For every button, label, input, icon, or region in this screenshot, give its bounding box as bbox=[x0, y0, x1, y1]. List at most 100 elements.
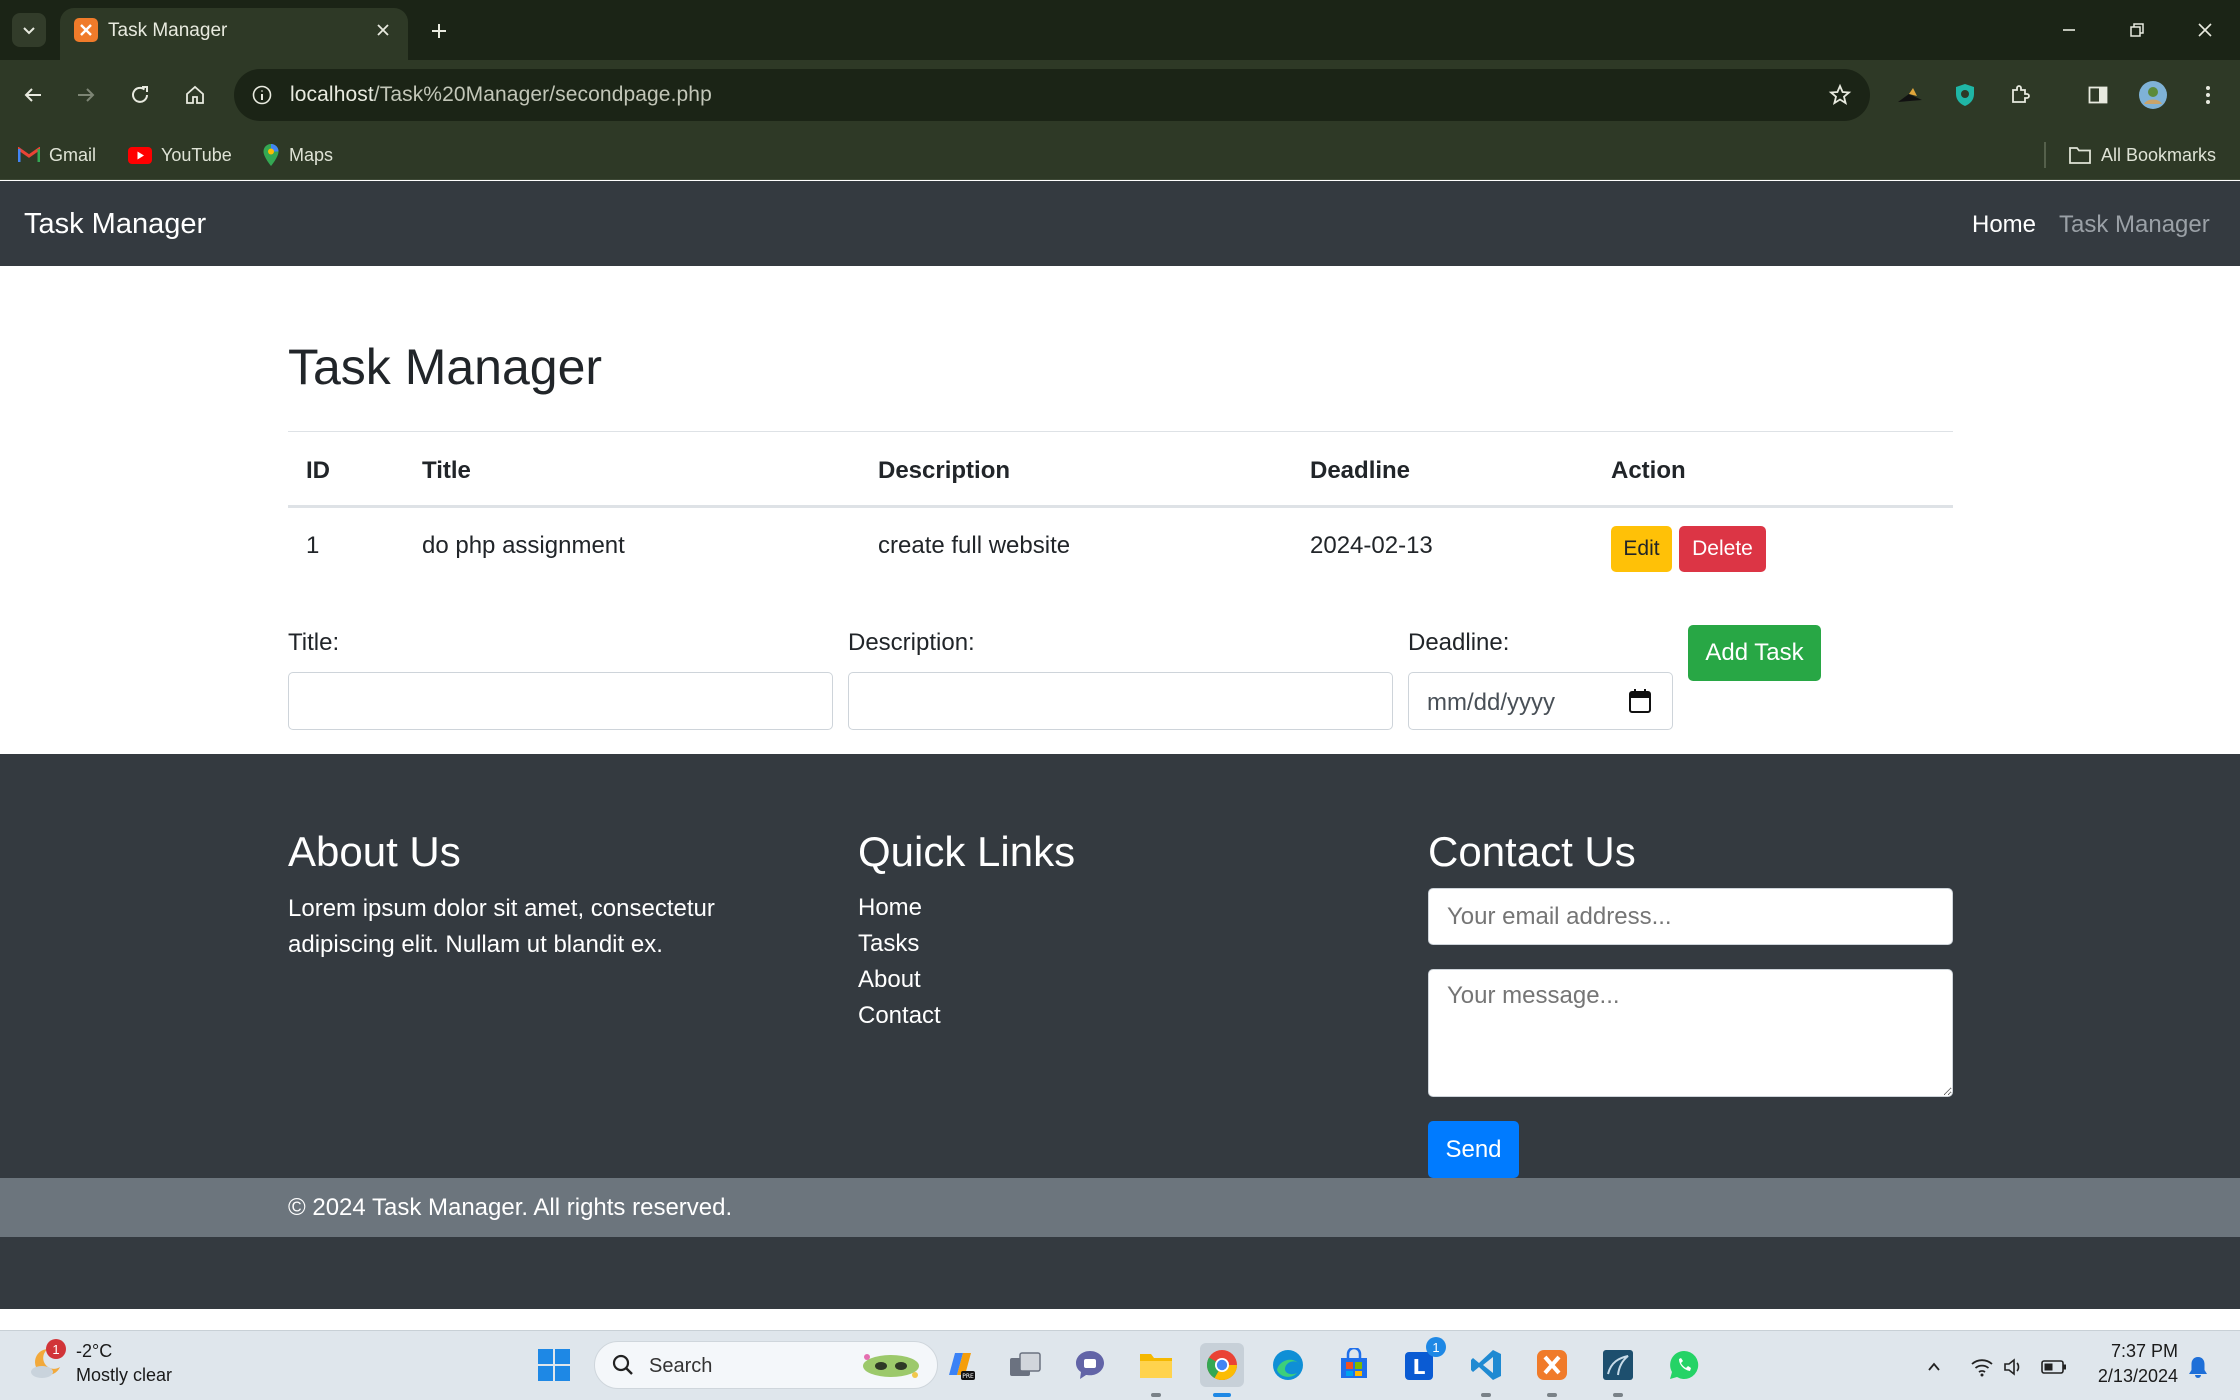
whatsapp-icon[interactable] bbox=[1662, 1343, 1706, 1387]
send-button[interactable]: Send bbox=[1428, 1121, 1519, 1178]
show-hidden-icons-chevron-icon[interactable] bbox=[1920, 1353, 1948, 1381]
forward-arrow-icon[interactable] bbox=[66, 75, 106, 115]
mysql-workbench-icon[interactable] bbox=[1596, 1343, 1640, 1387]
copilot-icon[interactable]: PRE bbox=[937, 1343, 981, 1387]
reload-icon[interactable] bbox=[120, 75, 160, 115]
lync-l-icon[interactable]: L 1 bbox=[1398, 1337, 1446, 1387]
tab-title: Task Manager bbox=[108, 20, 228, 41]
page-title: Task Manager bbox=[288, 339, 603, 395]
bookmarks-divider bbox=[2044, 142, 2046, 168]
edit-button[interactable]: Edit bbox=[1611, 526, 1672, 572]
delete-button[interactable]: Delete bbox=[1679, 526, 1766, 572]
about-us-text: Lorem ipsum dolor sit amet, consectetur … bbox=[288, 895, 715, 958]
minimize-icon[interactable] bbox=[2046, 10, 2092, 50]
column-header-description: Description bbox=[878, 457, 1011, 484]
nav-link-task-manager[interactable]: Task Manager bbox=[2059, 211, 2210, 239]
volume-icon[interactable] bbox=[2000, 1353, 2028, 1381]
vscode-icon[interactable] bbox=[1464, 1343, 1508, 1387]
taskbar-search-box[interactable]: Search bbox=[594, 1341, 938, 1389]
svg-text:L: L bbox=[1413, 1355, 1426, 1379]
column-header-id: ID bbox=[306, 457, 330, 484]
gmail-icon bbox=[18, 147, 40, 162]
edge-icon[interactable] bbox=[1266, 1343, 1310, 1387]
all-bookmarks-folder[interactable]: All Bookmarks bbox=[2068, 140, 2216, 170]
cell-deadline: 2024-02-13 bbox=[1310, 532, 1433, 559]
maps-pin-icon bbox=[263, 144, 279, 166]
shield-extension-icon[interactable] bbox=[1945, 75, 1985, 115]
site-info-icon[interactable] bbox=[244, 77, 280, 113]
svg-text:PRE: PRE bbox=[962, 1373, 974, 1380]
copyright-bar: © 2024 Task Manager. All rights reserved… bbox=[0, 1178, 2240, 1237]
back-arrow-icon[interactable] bbox=[13, 75, 53, 115]
footer-link-home[interactable]: Home bbox=[858, 894, 922, 922]
contact-email-input[interactable] bbox=[1428, 888, 1953, 945]
extension-color-icon[interactable] bbox=[1890, 75, 1930, 115]
xampp-running-indicator bbox=[1547, 1393, 1557, 1397]
restore-icon[interactable] bbox=[2114, 10, 2160, 50]
chrome-active-indicator bbox=[1213, 1393, 1231, 1397]
battery-icon[interactable] bbox=[2040, 1353, 2068, 1381]
sidepanel-icon[interactable] bbox=[2078, 75, 2118, 115]
taskbar-clock-time[interactable]: 7:37 PM bbox=[2111, 1341, 2178, 1362]
url-text: localhost/Task%20Manager/secondpage.php bbox=[290, 83, 712, 106]
notification-bell-icon[interactable] bbox=[2184, 1353, 2212, 1381]
profile-avatar[interactable] bbox=[2133, 75, 2173, 115]
cell-title: do php assignment bbox=[422, 532, 625, 559]
column-header-action: Action bbox=[1611, 457, 1686, 484]
footer-link-about[interactable]: About bbox=[858, 966, 921, 994]
search-highlight-mask-icon bbox=[863, 1354, 919, 1378]
column-header-title: Title bbox=[422, 457, 471, 484]
browser-tabstrip: Task Manager bbox=[0, 0, 2240, 60]
close-tab-icon[interactable] bbox=[370, 17, 396, 43]
contact-us-heading: Contact Us bbox=[1428, 828, 1636, 875]
add-task-button[interactable]: Add Task bbox=[1688, 625, 1821, 681]
explorer-running-indicator bbox=[1151, 1393, 1161, 1397]
title-label: Title: bbox=[288, 629, 340, 656]
cell-description: create full website bbox=[878, 532, 1071, 559]
teams-chat-icon[interactable] bbox=[1068, 1343, 1112, 1387]
close-window-icon[interactable] bbox=[2182, 10, 2228, 50]
home-icon[interactable] bbox=[175, 75, 215, 115]
date-placeholder: mm/dd/yyyy bbox=[1427, 689, 1556, 716]
taskbar-clock-date[interactable]: 2/13/2024 bbox=[2098, 1366, 2178, 1387]
bookmark-star-icon[interactable] bbox=[1822, 77, 1858, 113]
column-header-deadline: Deadline bbox=[1310, 457, 1411, 484]
youtube-icon bbox=[128, 146, 152, 164]
address-bar[interactable]: localhost/Task%20Manager/secondpage.php bbox=[234, 69, 1870, 121]
weather-condition: Mostly clear bbox=[76, 1365, 173, 1385]
xampp-icon[interactable] bbox=[1530, 1343, 1574, 1387]
nav-link-home[interactable]: Home bbox=[1972, 211, 2036, 239]
new-tab-plus-icon[interactable] bbox=[422, 14, 456, 48]
windows-start-icon[interactable] bbox=[532, 1343, 576, 1387]
more-vertical-icon[interactable] bbox=[2188, 75, 2228, 115]
bookmark-maps[interactable]: Maps bbox=[262, 140, 333, 170]
deadline-date-input[interactable]: mm/dd/yyyy bbox=[1408, 672, 1673, 730]
weather-notification-badge: 1 bbox=[46, 1339, 66, 1359]
puzzle-extensions-icon[interactable] bbox=[2000, 75, 2040, 115]
footer-link-tasks[interactable]: Tasks bbox=[858, 930, 919, 958]
search-icon bbox=[612, 1354, 633, 1375]
browser-tab-active[interactable]: Task Manager bbox=[60, 8, 408, 60]
task-view-icon[interactable] bbox=[1003, 1343, 1047, 1387]
title-input[interactable] bbox=[288, 672, 833, 730]
site-navbar: Task Manager Home Task Manager bbox=[0, 181, 2240, 266]
microsoft-store-icon[interactable] bbox=[1332, 1343, 1376, 1387]
file-explorer-icon[interactable] bbox=[1134, 1343, 1178, 1387]
navbar-brand[interactable]: Task Manager bbox=[24, 208, 206, 241]
windows-taskbar: 1 -2°C Mostly clear Search PRE L 1 7:37 … bbox=[0, 1330, 2240, 1400]
calendar-icon[interactable] bbox=[1628, 688, 1652, 714]
wifi-icon[interactable] bbox=[1968, 1353, 1996, 1381]
contact-message-textarea[interactable] bbox=[1428, 969, 1953, 1097]
mysql-running-indicator bbox=[1613, 1393, 1623, 1397]
tab-search-button[interactable] bbox=[12, 13, 46, 47]
bookmark-gmail[interactable]: Gmail bbox=[18, 140, 96, 170]
site-footer bbox=[0, 754, 2240, 1178]
chrome-icon[interactable] bbox=[1200, 1343, 1244, 1387]
about-us-heading: About Us bbox=[288, 828, 461, 875]
description-input[interactable] bbox=[848, 672, 1393, 730]
footer-bottom-strip bbox=[0, 1237, 2240, 1309]
footer-link-contact[interactable]: Contact bbox=[858, 1002, 941, 1030]
bookmark-youtube[interactable]: YouTube bbox=[128, 140, 232, 170]
quick-links-heading: Quick Links bbox=[858, 828, 1076, 875]
weather-temperature: -2°C bbox=[76, 1341, 113, 1361]
